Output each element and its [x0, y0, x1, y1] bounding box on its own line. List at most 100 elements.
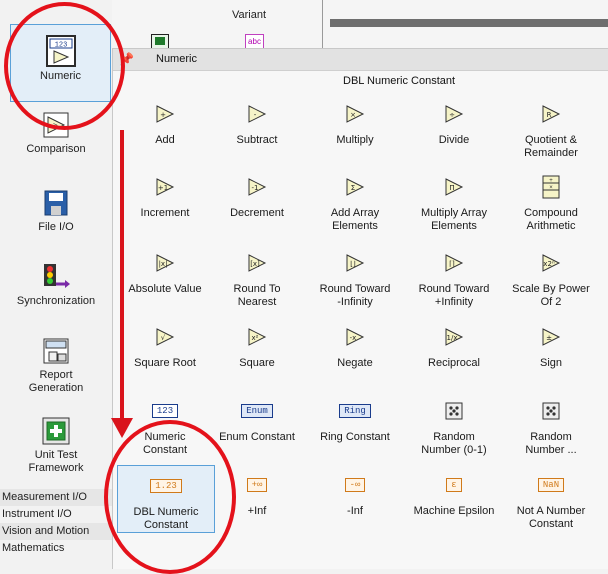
round-to-nearest-icon: [x]	[205, 251, 309, 275]
neg-inf-icon: -∞	[303, 473, 407, 497]
palette-item-enum-constant[interactable]: Enum Enum Constant	[205, 399, 309, 444]
palette-item-label: Round Toward +Infinity	[418, 283, 490, 308]
palette-item-random-number-range[interactable]: Random Number ...	[499, 399, 603, 457]
add-icon: +	[113, 102, 217, 126]
absolute-value-icon: |x|	[113, 251, 217, 275]
random-number-range-icon	[499, 399, 603, 423]
palette-item-label: Round Toward -Infinity	[319, 283, 391, 308]
svg-text:-x: -x	[350, 334, 357, 342]
palette-item-quotient-remainder[interactable]: R Quotient & Remainder	[499, 102, 603, 160]
palette-item-label: Increment	[140, 207, 190, 219]
svg-text:x²: x²	[252, 334, 259, 342]
palette-item-label: Subtract	[236, 134, 278, 146]
subpalette-mathematics[interactable]: Mathematics	[0, 540, 112, 557]
decrement-icon: -1	[205, 175, 309, 199]
subtract-icon: -	[205, 102, 309, 126]
subpalette-vision-motion[interactable]: Vision and Motion	[0, 523, 112, 540]
round-toward-neg-infinity-icon: ⌊⌋	[303, 251, 407, 275]
palette-item-label: Round To Nearest	[233, 283, 281, 308]
enum-constant-icon: Enum	[205, 399, 309, 423]
quotient-remainder-icon: R	[499, 102, 603, 126]
palette-item-reciprocal[interactable]: 1/x Reciprocal	[402, 325, 506, 370]
palette-item-absolute-value[interactable]: |x| Absolute Value	[113, 251, 217, 296]
palette-item-nan-constant[interactable]: NaN Not A Number Constant	[499, 473, 603, 531]
file-io-icon	[41, 188, 71, 218]
negate-icon: -x	[303, 325, 407, 349]
palette-item-sign[interactable]: ± Sign	[499, 325, 603, 370]
palette-item-increment[interactable]: +1 Increment	[113, 175, 217, 220]
category-label: Synchronization	[16, 295, 96, 307]
category-report-generation[interactable]: Report Generation	[0, 336, 112, 395]
svg-text:+: +	[160, 111, 166, 119]
multiply-icon: ×	[303, 102, 407, 126]
category-unit-test-framework[interactable]: Unit Test Framework	[0, 416, 112, 475]
svg-text:R: R	[547, 111, 552, 119]
palette-item-label: Quotient & Remainder	[524, 134, 578, 159]
palette-item-ring-constant[interactable]: Ring Ring Constant	[303, 399, 407, 444]
palette-item-label: Scale By Power Of 2	[512, 283, 590, 308]
synchronization-icon	[41, 262, 71, 292]
svg-text:√: √	[161, 334, 166, 342]
palette-item-multiply-array-elements[interactable]: Π Multiply Array Elements	[402, 175, 506, 233]
palette-item-square[interactable]: x² Square	[205, 325, 309, 370]
svg-text:Π: Π	[449, 184, 454, 192]
palette-item-label: Machine Epsilon	[413, 505, 495, 517]
divide-icon: ÷	[402, 102, 506, 126]
category-label: Unit Test Framework	[28, 449, 84, 474]
scale-by-power-of-2-icon: x2ⁿ	[499, 251, 603, 275]
palette-item-label: Square	[239, 357, 275, 369]
square-root-icon: √	[113, 325, 217, 349]
svg-text:×: ×	[350, 111, 356, 119]
category-label: Comparison	[26, 143, 86, 155]
palette-item-round-to-nearest[interactable]: [x] Round To Nearest	[205, 251, 309, 309]
increment-icon: +1	[113, 175, 217, 199]
svg-text:1/x: 1/x	[447, 334, 458, 342]
palette-item-label: Reciprocal	[428, 357, 480, 369]
palette-item-label: Not A Number Constant	[516, 505, 586, 530]
category-label: Report Generation	[28, 369, 84, 394]
svg-text:x2ⁿ: x2ⁿ	[543, 260, 555, 268]
palette-item-compound-arithmetic[interactable]: + × Compound Arithmetic	[499, 175, 603, 233]
subpalette-list: Measurement I/O Instrument I/O Vision an…	[0, 489, 112, 557]
svg-text:[x]: [x]	[250, 260, 260, 268]
palette-item-divide[interactable]: ÷ Divide	[402, 102, 506, 147]
compound-arithmetic-icon: + ×	[499, 175, 603, 199]
palette-item-round-toward-neg-infinity[interactable]: ⌊⌋ Round Toward -Infinity	[303, 251, 407, 309]
popup-header: 📌 Numeric	[113, 49, 608, 71]
palette-item-add-array-elements[interactable]: Σ Add Array Elements	[303, 175, 407, 233]
palette-item-random-number[interactable]: Random Number (0-1)	[402, 399, 506, 457]
palette-item-label: Add Array Elements	[330, 207, 380, 232]
svg-text:Σ: Σ	[351, 184, 355, 192]
palette-item-square-root[interactable]: √ Square Root	[113, 325, 217, 370]
palette-item-label: Compound Arithmetic	[524, 207, 578, 232]
square-icon: x²	[205, 325, 309, 349]
subpalette-measurement-io[interactable]: Measurement I/O	[0, 489, 112, 506]
palette-item-multiply[interactable]: × Multiply	[303, 102, 407, 147]
subpalette-instrument-io[interactable]: Instrument I/O	[0, 506, 112, 523]
svg-text:±: ±	[546, 334, 552, 342]
palette-item-add[interactable]: + Add	[113, 102, 217, 147]
palette-item-label: Negate	[337, 357, 373, 369]
palette-item-label: Multiply	[336, 134, 374, 146]
svg-text:⌈⌉: ⌈⌉	[449, 260, 454, 268]
unit-test-icon	[41, 416, 71, 446]
palette-item-label: Multiply Array Elements	[420, 207, 488, 232]
report-generation-icon	[41, 336, 71, 366]
palette-item-negate[interactable]: -x Negate	[303, 325, 407, 370]
svg-text:-1: -1	[252, 184, 259, 192]
popup-title: Numeric	[156, 53, 197, 65]
sign-icon: ±	[499, 325, 603, 349]
palette-item-subtract[interactable]: - Subtract	[205, 102, 309, 147]
random-number-icon	[402, 399, 506, 423]
palette-item-scale-by-power-of-2[interactable]: x2ⁿ Scale By Power Of 2	[499, 251, 603, 309]
palette-item-round-toward-pos-infinity[interactable]: ⌈⌉ Round Toward +Infinity	[402, 251, 506, 309]
annotation-circle-numeric	[4, 2, 125, 130]
palette-item-machine-epsilon[interactable]: ε Machine Epsilon	[402, 473, 506, 518]
palette-item-label: Sign	[539, 357, 563, 369]
palette-item-decrement[interactable]: -1 Decrement	[205, 175, 309, 220]
palette-item-neg-inf[interactable]: -∞ -Inf	[303, 473, 407, 518]
variant-label: Variant	[232, 9, 267, 21]
category-file-io[interactable]: File I/O	[0, 188, 112, 234]
palette-item-label: Square Root	[134, 357, 196, 369]
category-synchronization[interactable]: Synchronization	[0, 262, 112, 308]
